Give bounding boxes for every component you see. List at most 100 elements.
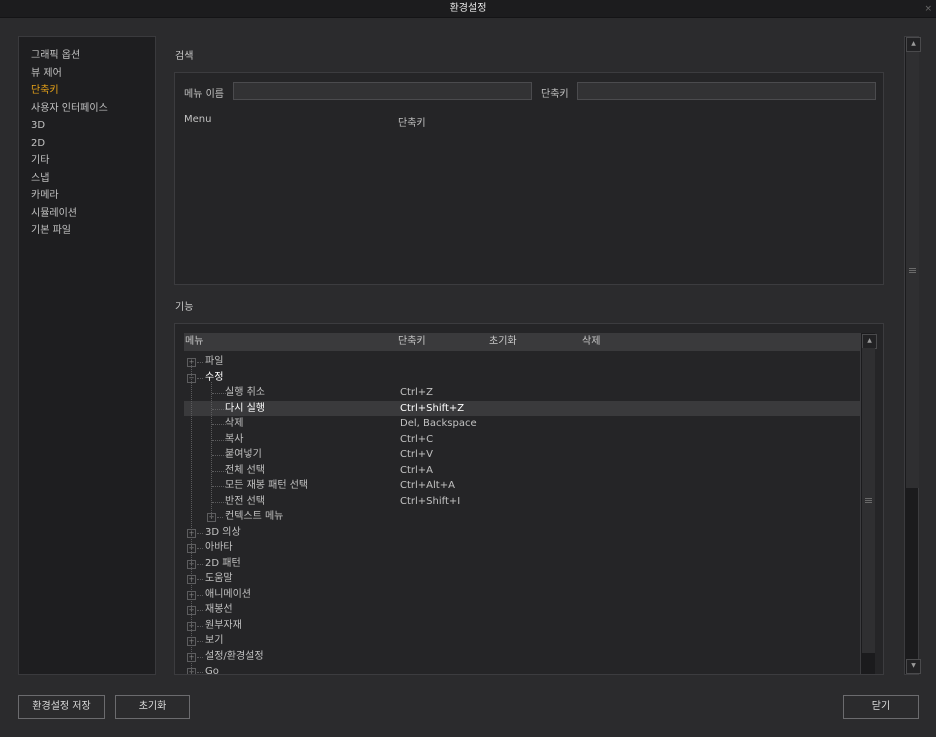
- tree-item-label: 복사: [225, 433, 244, 445]
- tree-row[interactable]: 모든 재봉 패턴 선택 Ctrl+Alt+A: [184, 478, 860, 494]
- tree-item-shortcut[interactable]: Ctrl+V: [400, 447, 433, 463]
- tree-connector: [212, 439, 226, 441]
- tree-item-shortcut[interactable]: Ctrl+Shift+I: [400, 494, 460, 510]
- page-scroll-thumb[interactable]: [906, 52, 919, 488]
- tree-guide-line: [211, 381, 212, 517]
- tree-row[interactable]: − 수정: [184, 370, 860, 386]
- sidebar-item[interactable]: 단축키: [31, 82, 155, 100]
- tree-row[interactable]: + 설정/환경설정: [184, 649, 860, 665]
- sidebar-item[interactable]: 카메라: [31, 187, 155, 205]
- tree-row[interactable]: + 도움말: [184, 571, 860, 587]
- tree-row[interactable]: 반전 선택 Ctrl+Shift+I: [184, 494, 860, 510]
- tree-connector: [197, 362, 203, 363]
- tree-connector: [197, 672, 203, 673]
- sidebar-item[interactable]: 기본 파일: [31, 222, 155, 240]
- tree-connector: [197, 625, 203, 627]
- sidebar-item[interactable]: 기타: [31, 152, 155, 170]
- tree-connector: [212, 424, 226, 425]
- tree-item-label: 삭제: [225, 418, 244, 429]
- tree-row[interactable]: + 컨텍스트 메뉴: [184, 509, 860, 525]
- scroll-down-icon[interactable]: ▼: [906, 659, 921, 674]
- tree-row[interactable]: + Go: [184, 664, 860, 674]
- shortcut-search-input[interactable]: [577, 82, 876, 100]
- sidebar-item[interactable]: 뷰 제어: [31, 65, 155, 83]
- tree-row[interactable]: + 재봉선: [184, 602, 860, 618]
- col-menu[interactable]: 메뉴: [185, 333, 203, 351]
- tree-connector: [212, 486, 226, 487]
- tree-connector: [197, 641, 203, 642]
- tree-connector: [197, 377, 203, 379]
- tree-item-label: 다시 실행: [225, 402, 265, 414]
- grip-line: [865, 502, 872, 503]
- tree-connector: [197, 532, 203, 534]
- scroll-up-icon[interactable]: ▲: [862, 334, 877, 349]
- sidebar-item[interactable]: 스냅: [31, 170, 155, 188]
- tree-row[interactable]: + 파일: [184, 354, 860, 370]
- functions-panel: 메뉴 단축키 초기화 삭제 + 파일 − 수정 실행 취소 Ctrl+Z 다시 실행 Ctrl…: [174, 323, 884, 675]
- scroll-up-icon[interactable]: ▲: [906, 37, 921, 52]
- tree-connector: [197, 579, 203, 580]
- tree-guide-line: [191, 362, 192, 672]
- functions-section-label: 기능: [175, 302, 194, 313]
- sidebar-item[interactable]: 사용자 인터페이스: [31, 100, 155, 118]
- tree-item-label: 애니메이션: [205, 588, 251, 600]
- tree-row[interactable]: 전체 선택 Ctrl+A: [184, 463, 860, 479]
- tree-item-shortcut[interactable]: Ctrl+Z: [400, 385, 433, 401]
- tree-item-shortcut[interactable]: Ctrl+A: [400, 463, 433, 479]
- tree-item-shortcut[interactable]: Ctrl+Alt+A: [400, 478, 455, 494]
- grip-line: [909, 270, 916, 271]
- tree-item-shortcut[interactable]: Del, Backspace: [400, 416, 477, 432]
- grip-line: [909, 272, 916, 273]
- grip-line: [865, 500, 872, 501]
- tree-connector: [197, 563, 203, 565]
- menu-name-label: 메뉴 이름: [184, 89, 224, 100]
- tree-row[interactable]: + 원부자재: [184, 618, 860, 634]
- grip-line: [909, 268, 916, 269]
- shortcut-search-label: 단축키: [541, 89, 569, 100]
- tree-connector: [217, 517, 223, 518]
- tree-item-label: 붙여넣기: [225, 449, 262, 460]
- tree-item-label: 2D 패턴: [205, 557, 241, 569]
- tree-item-label: 반전 선택: [225, 495, 265, 507]
- tree-row[interactable]: + 아바타: [184, 540, 860, 556]
- reset-button[interactable]: 초기화: [115, 695, 190, 719]
- search-section-label: 검색: [175, 51, 194, 62]
- tree-row[interactable]: +3D 의상: [184, 525, 860, 541]
- tree-item-label: 컨텍스트 메뉴: [225, 511, 284, 522]
- tree-row[interactable]: 복사 Ctrl+C: [184, 432, 860, 448]
- sidebar-item[interactable]: 시뮬레이션: [31, 205, 155, 223]
- tree-row[interactable]: + 보기: [184, 633, 860, 649]
- page-scrollbar[interactable]: ▲ ▼: [904, 36, 921, 675]
- tree-row[interactable]: 다시 실행 Ctrl+Shift+Z: [184, 400, 860, 417]
- tree-row[interactable]: 삭제 Del, Backspace: [184, 416, 860, 432]
- tree-connector: [212, 470, 226, 472]
- search-col-shortcut: 단축키: [398, 118, 426, 129]
- sidebar-item[interactable]: 2D: [31, 135, 155, 153]
- close-icon[interactable]: ×: [924, 0, 932, 18]
- close-button[interactable]: 닫기: [843, 695, 919, 719]
- tree-row[interactable]: + 애니메이션: [184, 587, 860, 603]
- col-shortcut[interactable]: 단축키: [398, 333, 426, 351]
- menu-name-input[interactable]: [233, 82, 532, 100]
- sidebar-item[interactable]: 3D: [31, 117, 155, 135]
- grip-line: [865, 498, 872, 499]
- search-col-menu: Menu: [184, 114, 212, 125]
- tree-row[interactable]: +2D 패턴: [184, 556, 860, 572]
- tree-row[interactable]: 붙여넣기 Ctrl+V: [184, 447, 860, 463]
- tree-item-shortcut[interactable]: Ctrl+C: [400, 432, 433, 448]
- col-reset[interactable]: 초기화: [489, 333, 517, 351]
- save-preferences-button[interactable]: 환경설정 저장: [18, 695, 105, 719]
- tree-connector: [197, 548, 203, 549]
- tree-item-label: 파일: [205, 356, 224, 367]
- tree-item-shortcut[interactable]: Ctrl+Shift+Z: [400, 401, 464, 417]
- tree-connector: [212, 455, 226, 456]
- tree-item-label: 수정: [205, 371, 224, 383]
- tree-item-label: 아바타: [205, 542, 233, 553]
- col-delete[interactable]: 삭제: [582, 333, 600, 351]
- tree-item-label: 설정/환경설정: [205, 650, 264, 662]
- tree-scroll-thumb[interactable]: [862, 348, 875, 653]
- tree-connector: [212, 393, 226, 394]
- sidebar-item[interactable]: 그래픽 옵션: [31, 47, 155, 65]
- tree-row[interactable]: 실행 취소 Ctrl+Z: [184, 385, 860, 401]
- tree-scrollbar[interactable]: ▲: [860, 333, 877, 674]
